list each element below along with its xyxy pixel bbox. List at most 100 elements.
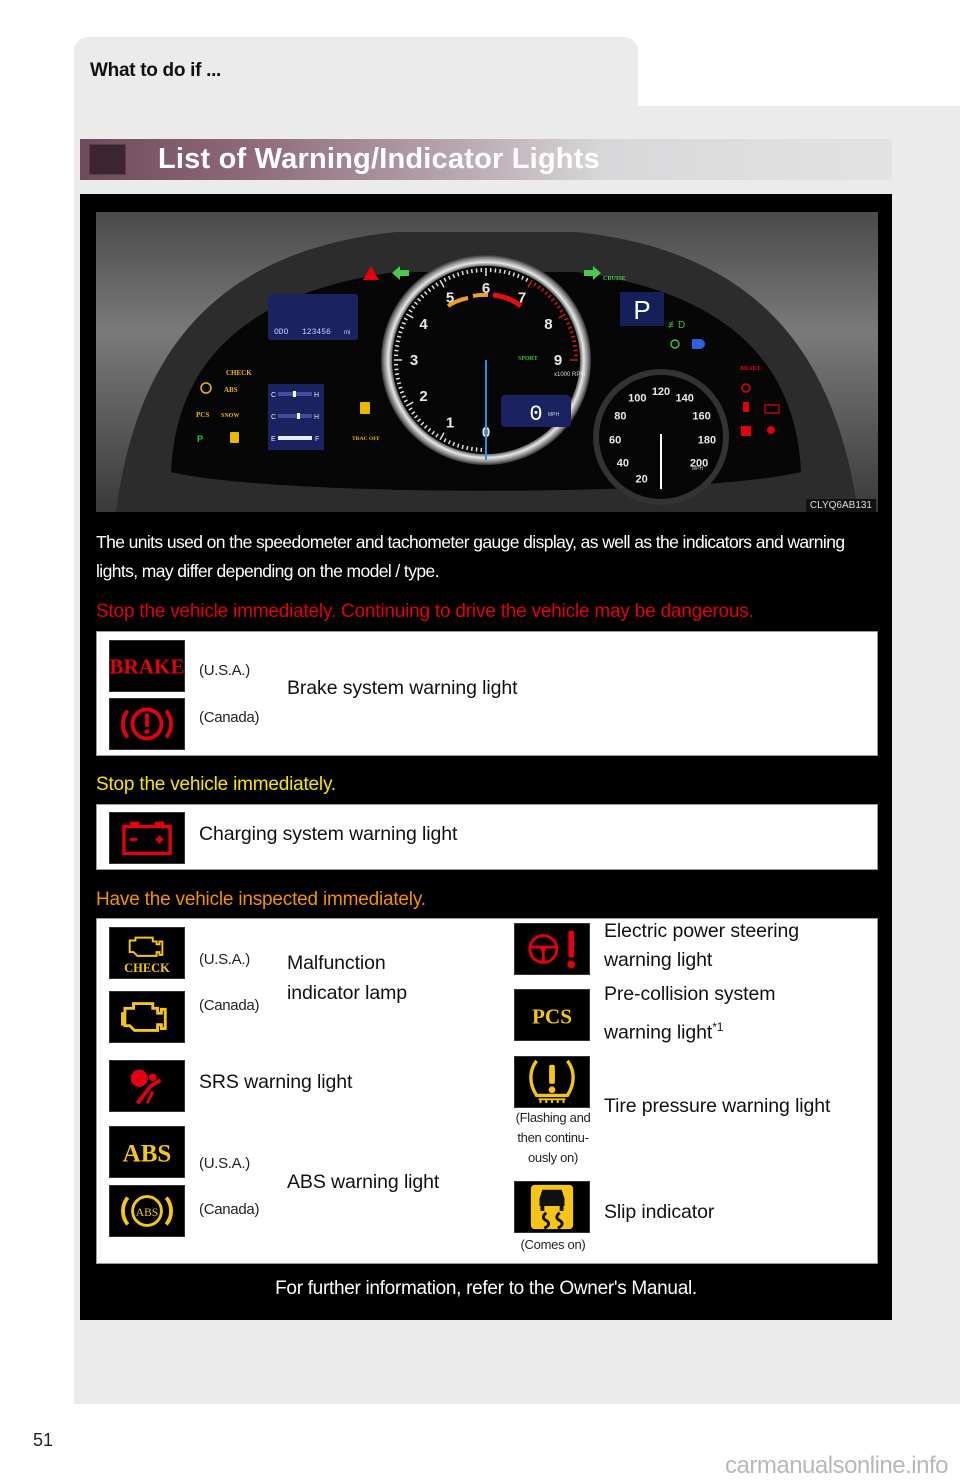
svg-text:C: C xyxy=(271,414,276,421)
fuel-indicator xyxy=(230,432,239,443)
pcs-warning-label-1: Pre-collision system xyxy=(604,983,776,1005)
cruise-indicator: CRUISE xyxy=(603,276,626,282)
speedo-unit: MPH xyxy=(692,466,704,472)
digital-speed-unit: MPH xyxy=(548,412,560,418)
title-swatch xyxy=(89,144,126,175)
dashboard-illustration: CHECK ABS PCS SNOW P ODO 123456 mi C H C… xyxy=(96,212,878,512)
svg-text:H: H xyxy=(314,414,319,421)
tach-tick xyxy=(470,446,473,452)
category-box-critical: BRAKE (U.S.A.) (Canada) Brake system war… xyxy=(96,631,878,756)
tach-tick xyxy=(461,444,464,450)
instrument-cluster-graphic: CHECK ABS PCS SNOW P ODO 123456 mi C H C… xyxy=(116,232,858,512)
tire-pressure-note: (Flashing and then continu- ously on) xyxy=(515,1110,591,1165)
pcs-warning-label-2: warning light*1 xyxy=(604,1020,724,1044)
page-title: List of Warning/Indicator Lights xyxy=(158,143,600,175)
door-indicator-dash xyxy=(741,426,751,436)
odometer-label: ODO xyxy=(274,328,289,337)
svg-text:C: C xyxy=(271,392,276,399)
tach-tick xyxy=(466,269,469,275)
region-canada: (Canada) xyxy=(199,1201,260,1218)
page-number: 51 xyxy=(33,1430,54,1450)
speedo-label: 20 xyxy=(635,474,647,486)
region-canada: (Canada) xyxy=(199,997,260,1014)
check-indicator: CHECK xyxy=(226,369,252,377)
seatbelt-indicator-dash xyxy=(743,402,749,412)
warning-lights-panel: CHECK ABS PCS SNOW P ODO 123456 mi C H C… xyxy=(80,194,892,1320)
speedo-label: 140 xyxy=(676,393,694,405)
tach-label: 8 xyxy=(544,316,552,333)
steering-warning-icon xyxy=(514,923,590,975)
tire-pressure-icon xyxy=(514,1056,590,1108)
tach-tick xyxy=(508,270,511,276)
brake-system-warning-label: Brake system warning light xyxy=(287,677,518,699)
speedo-label: 80 xyxy=(614,410,626,422)
tach-unit: x1000 RPM xyxy=(554,372,585,378)
speedo-label: 100 xyxy=(628,393,646,405)
tach-tick xyxy=(571,340,577,343)
svg-text:F: F xyxy=(315,436,319,443)
srs-warning-label: SRS warning light xyxy=(199,1071,353,1093)
svg-text:CHECK: CHECK xyxy=(124,961,170,975)
high-beam-indicator xyxy=(692,339,705,349)
category-heading-stop: Stop the vehicle immediately. xyxy=(96,774,336,795)
tach-label: 1 xyxy=(446,414,454,431)
region-canada: (Canada) xyxy=(199,709,260,726)
abs-warning-label: ABS warning light xyxy=(287,1171,440,1193)
tach-tick xyxy=(572,344,578,347)
category-box-stop: Charging system warning light xyxy=(96,804,878,870)
region-usa: (U.S.A.) xyxy=(199,1155,250,1172)
title-bar: List of Warning/Indicator Lights xyxy=(80,139,892,180)
srs-indicator-dash xyxy=(767,426,775,434)
slip-indicator-dash xyxy=(360,402,370,414)
slip-indicator-note: (Comes on) xyxy=(520,1237,586,1252)
eps-warning-label-1: Electric power steering xyxy=(604,920,799,942)
image-id: CLYQ6AB131 xyxy=(805,499,876,512)
tach-tick xyxy=(470,268,473,274)
charging-system-warning-label: Charging system warning light xyxy=(199,823,458,845)
malfunction-indicator-label-2: indicator lamp xyxy=(287,982,407,1004)
brake-text-icon: BRAKE xyxy=(109,640,185,692)
region-usa: (U.S.A.) xyxy=(199,951,250,968)
check-engine-icon xyxy=(109,991,185,1043)
tach-label: 3 xyxy=(410,352,418,369)
tach-label: 4 xyxy=(419,316,428,333)
abs-circle-icon: ABS xyxy=(109,1185,185,1237)
slip-icon xyxy=(514,1181,590,1233)
region-usa: (U.S.A.) xyxy=(199,662,250,679)
svg-text:ABS: ABS xyxy=(123,1141,172,1168)
malfunction-indicator-label-1: Malfunction xyxy=(287,952,386,974)
tach-tick xyxy=(461,270,464,276)
fog-light-indicator: ≢D xyxy=(668,320,685,331)
gear-value: P xyxy=(633,295,650,325)
tach-tick xyxy=(396,382,402,385)
svg-text:ABS: ABS xyxy=(136,1207,158,1219)
footnote-marker: *1 xyxy=(712,1020,724,1034)
slip-indicator-label: Slip indicator xyxy=(604,1201,715,1223)
battery-icon xyxy=(109,812,185,864)
tach-tick xyxy=(395,377,401,380)
speedo-label: 180 xyxy=(698,434,716,446)
tach-tick xyxy=(499,268,502,274)
tach-label: 9 xyxy=(554,352,562,369)
tach-tick xyxy=(394,344,400,347)
tach-tick xyxy=(503,269,506,275)
tach-tick xyxy=(396,335,402,338)
speedo-label: 40 xyxy=(617,458,629,470)
intro-text: The units used on the speedometer and ta… xyxy=(96,532,845,581)
abs-indicator: ABS xyxy=(224,386,238,394)
svg-text:PCS: PCS xyxy=(532,1005,572,1029)
brake-indicator-dash: BRAKE xyxy=(740,366,761,372)
tach-tick xyxy=(570,335,576,338)
parking-indicator: P xyxy=(197,434,203,444)
odometer-value: 123456 xyxy=(302,328,331,337)
category-box-inspect: CHECK (U.S.A.) (Canada) Malfunction indi… xyxy=(96,918,878,1264)
eps-warning-label-2: warning light xyxy=(604,949,713,971)
snow-indicator: SNOW xyxy=(221,413,239,419)
pcs-indicator: PCS xyxy=(196,411,209,419)
svg-text:H: H xyxy=(314,392,319,399)
tach-tick xyxy=(466,445,469,451)
tach-tick xyxy=(395,340,401,343)
category-heading-inspect: Have the vehicle inspected immediately. xyxy=(96,889,426,910)
digital-speed-value: 0 xyxy=(529,402,542,427)
svg-text:BRAKE: BRAKE xyxy=(110,655,184,679)
